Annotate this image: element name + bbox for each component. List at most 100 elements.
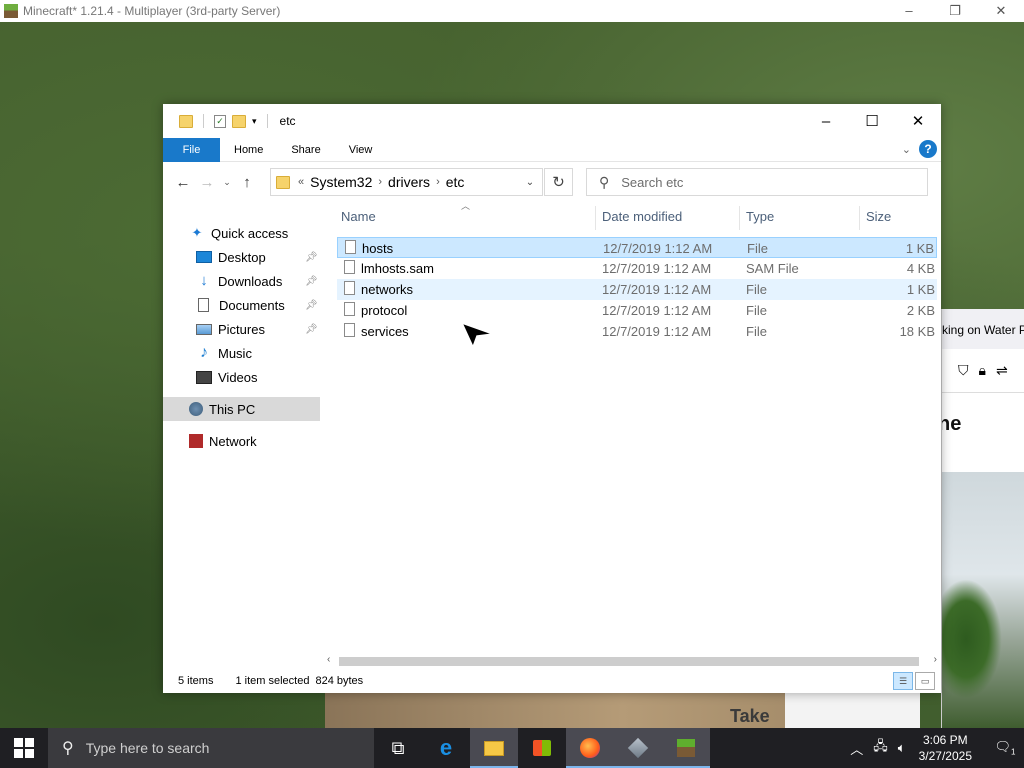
browser-toolbar: ⛉ 🔒︎ ⇌: [942, 349, 1024, 393]
scroll-right-arrow[interactable]: ›: [934, 654, 937, 665]
scrollbar-thumb[interactable]: [339, 657, 919, 666]
browser-window[interactable]: king on Water P ⛉ 🔒︎ ⇌ ne: [941, 309, 1024, 728]
pictures-icon: [196, 323, 212, 335]
minecraft-button[interactable]: [662, 728, 710, 768]
expand-ribbon-icon[interactable]: ⌄: [902, 143, 911, 156]
file-size: 18 KB: [899, 324, 935, 339]
sidebar-item-this-pc[interactable]: This PC: [163, 397, 320, 421]
scroll-left-arrow[interactable]: ‹: [327, 654, 330, 665]
table-row[interactable]: lmhosts.sam 12/7/2019 1:12 AM SAM File 4 KB: [337, 258, 937, 279]
breadcrumb-overflow[interactable]: «: [298, 176, 304, 188]
sidebar-item-label: Downloads: [218, 273, 283, 289]
sidebar-item-label: Network: [209, 433, 257, 449]
file-icon: [344, 323, 355, 337]
sidebar-item-label: Videos: [218, 369, 258, 385]
sidebar-item-pictures[interactable]: Pictures 📌︎: [163, 317, 323, 341]
browser-tab[interactable]: king on Water P: [942, 309, 1024, 349]
restore-button[interactable]: ❐: [932, 3, 978, 19]
large-icons-view-icon[interactable]: ▭: [915, 672, 935, 690]
explorer-titlebar: ✓ ▾ etc – ☐ ✕: [163, 104, 941, 138]
properties-icon[interactable]: ✓: [214, 114, 226, 128]
close-button[interactable]: ✕: [895, 104, 941, 138]
details-view-icon[interactable]: ☰: [893, 672, 913, 690]
sidebar-item-videos[interactable]: Videos: [163, 365, 323, 389]
virtualbox-icon: [627, 737, 649, 759]
close-button[interactable]: ✕: [978, 3, 1024, 19]
clock-time: 3:06 PM: [922, 733, 968, 747]
breadcrumb-drivers[interactable]: drivers: [388, 174, 430, 190]
video-icon: [196, 370, 212, 384]
pin-icon: 📌︎: [305, 323, 318, 335]
maximize-button[interactable]: ☐: [849, 104, 895, 138]
address-bar[interactable]: « System32 › drivers › etc ⌄: [270, 168, 543, 196]
sort-ascending-icon: ︿: [461, 201, 471, 211]
tab-share[interactable]: Share: [277, 138, 334, 162]
tab-view[interactable]: View: [335, 138, 387, 162]
table-row[interactable]: services 12/7/2019 1:12 AM File 18 KB: [337, 321, 937, 342]
notification-icon[interactable]: 🗨︎1: [991, 739, 1019, 757]
pin-icon: 📌︎: [305, 275, 318, 287]
table-row[interactable]: networks 12/7/2019 1:12 AM File 1 KB: [337, 279, 937, 300]
network-icon[interactable]: 🖧︎: [873, 737, 888, 759]
pin-icon: 📌︎: [305, 299, 318, 311]
file-date-modified: 12/7/2019 1:12 AM: [602, 303, 712, 318]
settings-icon[interactable]: ⇌: [996, 362, 1008, 379]
file-explorer-button[interactable]: [470, 728, 518, 768]
breadcrumb-etc[interactable]: etc: [446, 174, 465, 190]
chevron-down-icon[interactable]: ⌄: [518, 177, 542, 188]
sidebar-item-quick-access[interactable]: ✦ Quick access: [163, 221, 323, 245]
column-header-type[interactable]: Type: [746, 209, 774, 224]
breadcrumb-system32[interactable]: System32: [310, 174, 372, 190]
file-explorer-window[interactable]: ✓ ▾ etc – ☐ ✕ File Home Share View ⌄ ? ←…: [163, 104, 941, 693]
start-button[interactable]: [0, 728, 48, 768]
customize-toolbar-icon[interactable]: ▾: [252, 116, 257, 127]
lock-icon[interactable]: 🔒︎: [979, 362, 986, 379]
sidebar-item-network[interactable]: Network: [163, 429, 323, 453]
volume-muted-icon[interactable]: 🔈︎: [898, 740, 906, 756]
new-folder-icon[interactable]: [232, 114, 246, 128]
chevron-up-icon[interactable]: ︿: [850, 739, 863, 758]
task-view-button[interactable]: ⧉: [374, 728, 422, 768]
up-arrow-icon[interactable]: ↑: [235, 174, 259, 191]
help-icon[interactable]: ?: [919, 140, 937, 158]
minimize-button[interactable]: –: [803, 104, 849, 138]
sidebar-item-desktop[interactable]: Desktop 📌︎: [163, 245, 323, 269]
column-header-name[interactable]: Name: [341, 209, 376, 224]
table-row[interactable]: hosts 12/7/2019 1:12 AM File 1 KB: [337, 237, 937, 258]
minimize-button[interactable]: –: [886, 3, 932, 19]
file-type: File: [747, 241, 768, 256]
refresh-button[interactable]: ↻: [544, 168, 573, 196]
clock[interactable]: 3:06 PM 3/27/2025: [919, 732, 972, 764]
back-arrow-icon[interactable]: ←: [171, 174, 195, 191]
sidebar-item-music[interactable]: ♪ Music: [163, 341, 323, 365]
edge-button[interactable]: e: [422, 728, 470, 768]
taskbar-search[interactable]: ⚲ Type here to search: [48, 728, 374, 768]
column-header-size[interactable]: Size: [866, 209, 891, 224]
search-placeholder: Search etc: [621, 174, 684, 190]
cursor-icon: [461, 322, 494, 348]
forward-arrow-icon[interactable]: →: [195, 174, 219, 191]
column-header-date-modified[interactable]: Date modified: [602, 209, 682, 224]
navigation-pane: ✦ Quick access Desktop 📌︎ ↓ Downloads 📌︎…: [163, 202, 323, 642]
file-name: protocol: [361, 303, 408, 318]
navigation-bar: ← → ⌄ ↑ « System32 › drivers › etc ⌄ ↻ ⚲…: [163, 162, 941, 202]
shield-icon[interactable]: ⛉: [958, 362, 969, 379]
tab-home[interactable]: Home: [220, 138, 277, 162]
firefox-button[interactable]: [566, 728, 614, 768]
star-icon: ✦: [191, 225, 203, 240]
sidebar-item-downloads[interactable]: ↓ Downloads 📌︎: [163, 269, 323, 293]
store-button[interactable]: [518, 728, 566, 768]
recent-locations-icon[interactable]: ⌄: [219, 177, 235, 188]
sidebar-item-label: This PC: [209, 401, 256, 417]
search-input[interactable]: ⚲ Search etc: [586, 168, 928, 196]
status-bar: 5 items 1 item selected 824 bytes ☰ ▭: [163, 670, 941, 692]
tab-file[interactable]: File: [163, 137, 220, 162]
document-icon: [198, 298, 209, 312]
chevron-right-icon[interactable]: ›: [436, 176, 440, 188]
plant-image: [942, 579, 1002, 699]
horizontal-scrollbar[interactable]: ‹ ›: [325, 654, 939, 668]
sidebar-item-documents[interactable]: Documents 📌︎: [163, 293, 323, 317]
virtualbox-button[interactable]: [614, 728, 662, 768]
table-row[interactable]: protocol 12/7/2019 1:12 AM File 2 KB: [337, 300, 937, 321]
chevron-right-icon[interactable]: ›: [378, 176, 382, 188]
